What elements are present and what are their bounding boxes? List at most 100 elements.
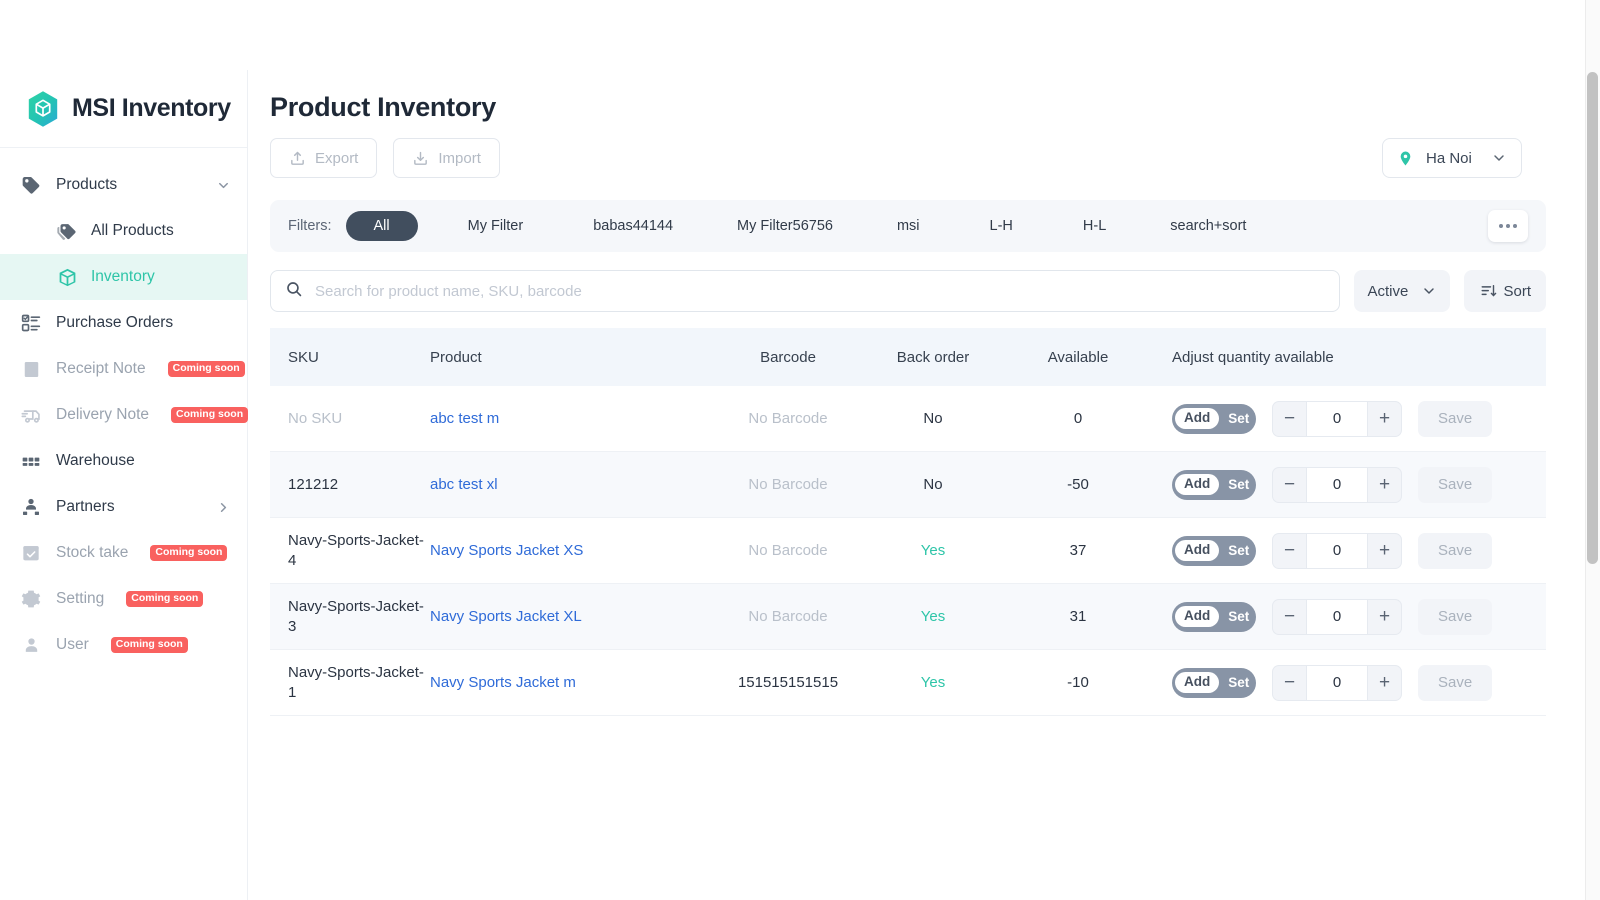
sidebar-item-user[interactable]: User Coming soon (0, 622, 247, 668)
product-link[interactable]: Navy Sports Jacket XS (430, 542, 583, 559)
add-set-toggle[interactable]: Add Set (1172, 601, 1258, 632)
filter-chip-l-h[interactable]: L-H (970, 211, 1033, 241)
decrement-button[interactable]: − (1272, 400, 1306, 437)
box-icon (56, 266, 78, 288)
add-set-toggle[interactable]: Add Set (1172, 403, 1258, 434)
cell-adjust-quantity: Add Set −0 + Save (1158, 400, 1546, 437)
sidebar-item-inventory[interactable]: Inventory (0, 254, 247, 300)
sidebar-item-receipt-note[interactable]: Receipt Note Coming soon (0, 346, 247, 392)
sidebar-item-setting[interactable]: Setting Coming soon (0, 576, 247, 622)
decrement-button[interactable]: − (1272, 532, 1306, 569)
sidebar-item-products[interactable]: Products (0, 162, 247, 208)
tags-icon (56, 220, 78, 242)
quantity-value[interactable]: 0 (1306, 400, 1368, 437)
filter-chip-my-filter56756[interactable]: My Filter56756 (717, 211, 853, 241)
save-button[interactable]: Save (1418, 466, 1493, 503)
filter-chip-my-filter[interactable]: My Filter (448, 211, 544, 241)
quantity-stepper[interactable]: −0 + (1272, 400, 1402, 437)
sidebar-item-purchase-orders[interactable]: Purchase Orders (0, 300, 247, 346)
cell-adjust-quantity: Add Set −0 + Save (1158, 664, 1546, 701)
quantity-stepper[interactable]: −0 + (1272, 466, 1402, 503)
sidebar-item-all-products[interactable]: All Products (0, 208, 247, 254)
decrement-button[interactable]: − (1272, 664, 1306, 701)
quantity-value[interactable]: 0 (1306, 598, 1368, 635)
filter-chip-h-l[interactable]: H-L (1063, 211, 1126, 241)
filter-chip-babas44144[interactable]: babas44144 (573, 211, 693, 241)
sort-icon (1479, 282, 1499, 300)
toggle-option-add[interactable]: Add (1175, 605, 1220, 628)
search-box[interactable] (270, 270, 1341, 312)
quantity-value[interactable]: 0 (1306, 532, 1368, 569)
quantity-stepper[interactable]: −0 + (1272, 598, 1402, 635)
toggle-option-set[interactable]: Set (1219, 543, 1258, 558)
cell-barcode: No Barcode (748, 608, 828, 625)
table-row: Navy-Sports-Jacket-1 Navy Sports Jacket m… (270, 650, 1546, 716)
page-scrollbar[interactable] (1585, 0, 1600, 900)
save-button[interactable]: Save (1418, 400, 1493, 437)
table-row: Navy-Sports-Jacket-3 Navy Sports Jacket X… (270, 584, 1546, 650)
filter-chip-all[interactable]: All (345, 211, 418, 241)
increment-button[interactable]: + (1368, 400, 1402, 437)
toggle-option-add[interactable]: Add (1175, 473, 1220, 496)
add-set-toggle[interactable]: Add Set (1172, 667, 1258, 698)
location-select[interactable]: Ha Noi (1382, 138, 1522, 178)
import-button[interactable]: Import (393, 138, 500, 178)
product-link[interactable]: Navy Sports Jacket XL (430, 608, 582, 625)
increment-button[interactable]: + (1368, 598, 1402, 635)
chevron-down-icon[interactable] (1421, 283, 1437, 299)
save-button[interactable]: Save (1418, 598, 1493, 635)
clipboard-list-icon (20, 312, 42, 334)
chevron-right-icon[interactable] (216, 500, 231, 515)
sidebar-item-delivery-note[interactable]: Delivery Note Coming soon (0, 392, 249, 438)
cell-adjust-quantity: Add Set −0 + Save (1158, 532, 1546, 569)
cell-available: 0 (1073, 410, 1083, 427)
product-link[interactable]: abc test m (430, 410, 499, 427)
save-button[interactable]: Save (1418, 532, 1493, 569)
table-row: Navy-Sports-Jacket-4 Navy Sports Jacket X… (270, 518, 1546, 584)
add-set-toggle[interactable]: Add Set (1172, 469, 1258, 500)
chevron-down-icon[interactable] (1491, 150, 1507, 166)
quantity-stepper[interactable]: −0 + (1272, 664, 1402, 701)
export-button[interactable]: Export (270, 138, 378, 178)
cell-back-order: Yes (920, 674, 946, 691)
chevron-down-icon[interactable] (216, 178, 231, 193)
decrement-button[interactable]: − (1272, 466, 1306, 503)
page-scrollbar-thumb[interactable] (1587, 72, 1598, 564)
cell-available: 37 (1069, 542, 1087, 559)
save-button[interactable]: Save (1418, 664, 1493, 701)
cell-back-order: No (923, 476, 943, 493)
toggle-option-add[interactable]: Add (1175, 407, 1220, 430)
filter-chip-msi[interactable]: msi (877, 211, 940, 241)
sidebar-item-warehouse[interactable]: Warehouse (0, 438, 247, 484)
increment-button[interactable]: + (1368, 532, 1402, 569)
ellipsis-icon[interactable] (1488, 210, 1528, 242)
quantity-value[interactable]: 0 (1306, 466, 1368, 503)
column-header-available: Available (1047, 348, 1109, 366)
cell-sku: Navy-Sports-Jacket-3 (288, 598, 424, 635)
cell-barcode: No Barcode (748, 542, 828, 559)
increment-button[interactable]: + (1368, 466, 1402, 503)
toggle-option-set[interactable]: Set (1219, 675, 1258, 690)
status-filter-select[interactable]: Active (1354, 270, 1451, 312)
filter-chip-search-sort[interactable]: search+sort (1150, 211, 1266, 241)
quantity-value[interactable]: 0 (1306, 664, 1368, 701)
cell-back-order: Yes (920, 542, 946, 559)
toggle-option-add[interactable]: Add (1175, 539, 1220, 562)
decrement-button[interactable]: − (1272, 598, 1306, 635)
search-row: Active Sort (270, 270, 1546, 312)
search-input[interactable] (315, 282, 1326, 300)
toggle-option-add[interactable]: Add (1175, 671, 1220, 694)
product-link[interactable]: abc test xl (430, 476, 498, 493)
product-link[interactable]: Navy Sports Jacket m (430, 674, 576, 691)
cell-sku: Navy-Sports-Jacket-1 (288, 664, 424, 701)
add-set-toggle[interactable]: Add Set (1172, 535, 1258, 566)
sort-button[interactable]: Sort (1464, 270, 1546, 312)
toggle-option-set[interactable]: Set (1219, 411, 1258, 426)
import-label: Import (438, 149, 481, 167)
quantity-stepper[interactable]: −0 + (1272, 532, 1402, 569)
toggle-option-set[interactable]: Set (1219, 477, 1258, 492)
sidebar-item-stock-take[interactable]: Stock take Coming soon (0, 530, 247, 576)
increment-button[interactable]: + (1368, 664, 1402, 701)
toggle-option-set[interactable]: Set (1219, 609, 1258, 624)
sidebar-item-partners[interactable]: Partners (0, 484, 247, 530)
